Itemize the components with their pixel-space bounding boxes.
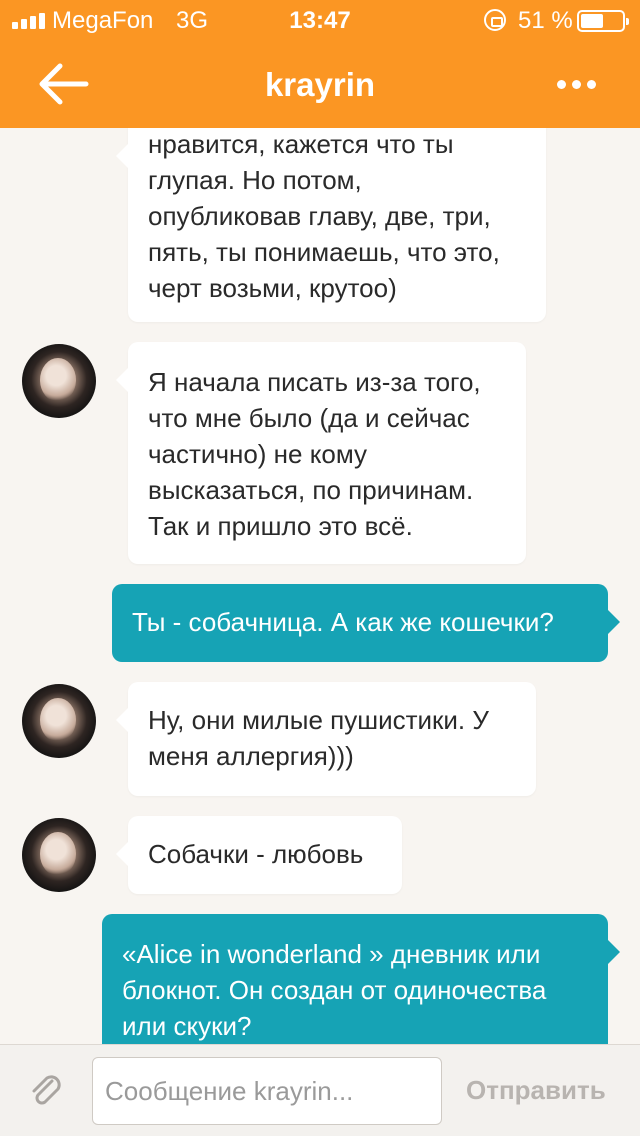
message-line: Ну, они милые пушистики. У — [148, 705, 489, 735]
rotation-lock-icon — [484, 9, 506, 31]
avatar[interactable] — [22, 344, 96, 418]
message-line: Я начала писать из-за того, — [148, 367, 481, 397]
message-composer: Отправить — [0, 1044, 640, 1136]
send-button[interactable]: Отправить — [466, 1075, 606, 1106]
message-bubble-incoming[interactable]: Ну, они милые пушистики. У меня аллергия… — [116, 682, 536, 796]
message-bubble-incoming[interactable]: нравится, кажется что ты глупая. Но пото… — [116, 128, 546, 322]
message-bubble-outgoing[interactable]: «Alice in wonderland » дневник или блокн… — [102, 914, 620, 1044]
battery-percent: 51 % — [518, 7, 573, 34]
attach-button[interactable] — [26, 1071, 66, 1111]
more-dots-icon — [556, 79, 566, 89]
message-line: Так и пришло это всё. — [148, 511, 413, 541]
top-bar: MegaFon 3G 13:47 51 % krayrin — [0, 0, 640, 128]
chat-header: krayrin — [0, 40, 640, 128]
message-list[interactable]: нравится, кажется что ты глупая. Но пото… — [0, 128, 640, 1044]
message-line: частично) не кому — [148, 439, 368, 469]
message-line: Ты - собачница. А как же кошечки? — [132, 607, 554, 637]
avatar[interactable] — [22, 818, 96, 892]
message-line: или скуки? — [122, 1011, 252, 1041]
paperclip-icon — [32, 1075, 61, 1105]
message-input[interactable] — [92, 1057, 442, 1125]
message-bubble-outgoing[interactable]: Ты - собачница. А как же кошечки? — [112, 584, 620, 662]
message-line: что мне было (да и сейчас — [148, 403, 470, 433]
more-options-button[interactable] — [552, 70, 600, 98]
message-line: черт возьми, крутоо) — [148, 273, 397, 303]
chat-title: krayrin — [264, 66, 376, 103]
message-bubble-incoming[interactable]: Собачки - любовь — [116, 816, 402, 894]
avatar[interactable] — [22, 684, 96, 758]
message-line: меня аллергия))) — [148, 741, 354, 771]
message-line: высказаться, по причинам. — [148, 475, 474, 505]
message-line: блокнот. Он создан от одиночества — [122, 975, 547, 1005]
message-line: Собачки - любовь — [148, 839, 364, 869]
status-bar: MegaFon 3G 13:47 51 % — [0, 0, 640, 40]
message-line: «Alice in wonderland » дневник или — [122, 939, 541, 969]
battery-icon — [577, 10, 629, 32]
message-line: пять, ты понимаешь, что это, — [148, 237, 500, 267]
message-line: нравится, кажется что ты — [148, 129, 454, 159]
message-bubble-incoming[interactable]: Я начала писать из-за того, что мне было… — [116, 342, 526, 564]
message-line: опубликовав главу, две, три, — [148, 201, 491, 231]
message-line: глупая. Но потом, — [148, 165, 362, 195]
